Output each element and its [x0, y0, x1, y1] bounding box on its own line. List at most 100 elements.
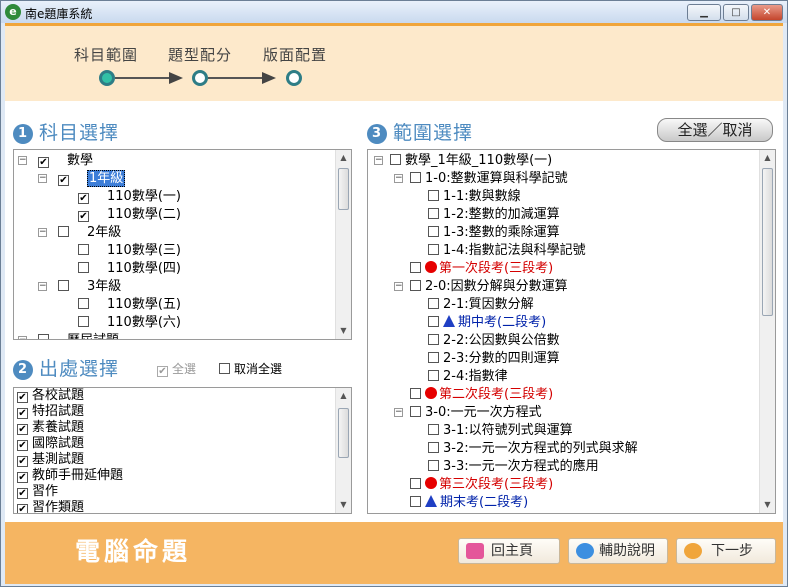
checkbox[interactable] — [78, 244, 89, 255]
subject-tree-item[interactable]: ✔ 數學 — [38, 152, 93, 170]
tree-collapse-icon[interactable]: − — [38, 282, 47, 291]
checkbox[interactable] — [78, 262, 89, 273]
range-tree-item[interactable]: 3-1:以符號列式與運算 — [428, 422, 573, 440]
range-tree-item[interactable]: 2-3:分數的四則運算 — [428, 350, 560, 368]
source-list-panel[interactable]: ✔ 各校試題 ✔ 特招試題 ✔ 素養試題 ✔ 國際試題 ✔ 基測試題 ✔ 教師手冊延伸題 ✔ 習作 ✔ 習作類… — [13, 387, 352, 514]
checkbox[interactable] — [428, 442, 439, 453]
tree-collapse-icon[interactable]: − — [374, 156, 383, 165]
subject-tree-panel[interactable]: − ✔ 數學 − ✔ 1年級 ✔ 110數學(一) ✔ 110數學(二) − 2年級 110數學(三) 1… — [13, 149, 352, 340]
range-tree-item[interactable]: 3-2:一元一次方程式的列式與求解 — [428, 440, 638, 458]
checkbox[interactable] — [58, 280, 69, 291]
subject-tree-item[interactable]: ✔ 1年級 — [58, 170, 126, 188]
range-tree-item[interactable]: 第三次段考(三段考) — [410, 476, 553, 494]
checkbox[interactable] — [38, 334, 49, 339]
checkbox[interactable] — [410, 406, 421, 417]
checkbox[interactable] — [410, 388, 421, 399]
range-tree-panel[interactable]: − 數學_1年級_110數學(一) −1-0:整數運算與科學記號 1-1:數與數線 1-… — [367, 149, 776, 514]
checkbox[interactable] — [410, 478, 421, 489]
checkbox[interactable] — [410, 280, 421, 291]
checkbox[interactable]: ✔ — [78, 193, 89, 204]
checkbox[interactable]: ✔ — [17, 408, 28, 419]
toggle-all-button[interactable]: 全選／取消 — [657, 118, 773, 142]
tree-collapse-icon[interactable]: − — [394, 408, 403, 417]
checkbox[interactable]: ✔ — [17, 472, 28, 483]
range-scrollbar[interactable]: ▲ ▼ — [759, 150, 775, 513]
checkbox[interactable] — [410, 496, 421, 507]
scroll-up-icon[interactable]: ▲ — [336, 150, 351, 166]
deselect-all-checkbox[interactable]: 取消全選 — [219, 360, 282, 377]
subject-tree-item[interactable]: 2年級 — [58, 224, 121, 242]
subject-scrollbar[interactable]: ▲ ▼ — [335, 150, 351, 339]
source-list-item[interactable]: ✔ 習作類題 — [17, 500, 84, 513]
scroll-down-icon[interactable]: ▼ — [336, 323, 351, 339]
subject-tree-item[interactable]: 110數學(四) — [78, 260, 181, 278]
checkbox[interactable] — [428, 244, 439, 255]
range-tree-item[interactable]: 2-2:公因數與公倍數 — [428, 332, 560, 350]
checkbox[interactable] — [428, 208, 439, 219]
checkbox[interactable]: ✔ — [78, 211, 89, 222]
subject-tree-item[interactable]: 110數學(三) — [78, 242, 181, 260]
source-list-item[interactable]: ✔ 基測試題 — [17, 452, 84, 468]
step-subject-range[interactable]: 科目範圍 — [74, 44, 138, 65]
scroll-thumb[interactable] — [338, 168, 349, 210]
checkbox[interactable] — [390, 154, 401, 165]
next-button[interactable]: 下一步 — [676, 538, 776, 564]
checkbox[interactable]: ✔ — [17, 504, 28, 513]
source-list-item[interactable]: ✔ 教師手冊延伸題 — [17, 468, 123, 484]
range-tree-item[interactable]: 1-3:整數的乘除運算 — [428, 224, 560, 242]
minimize-button[interactable]: ▁ — [687, 4, 721, 21]
tree-collapse-icon[interactable]: − — [18, 336, 27, 339]
range-tree-item[interactable]: 2-1:質因數分解 — [428, 296, 534, 314]
checkbox[interactable] — [428, 460, 439, 471]
range-tree-item[interactable]: 1-0:整數運算與科學記號 — [410, 170, 568, 188]
range-tree-item[interactable]: 第二次段考(三段考) — [410, 386, 553, 404]
checkbox[interactable]: ✔ — [17, 456, 28, 467]
checkbox[interactable] — [78, 316, 89, 327]
source-scrollbar[interactable]: ▲ ▼ — [335, 388, 351, 513]
checkbox[interactable] — [410, 172, 421, 183]
close-button[interactable]: ✕ — [751, 4, 783, 21]
checkbox[interactable]: ✔ — [38, 157, 49, 168]
scroll-down-icon[interactable]: ▼ — [760, 497, 775, 513]
range-tree-item[interactable]: 1-4:指數記法與科學記號 — [428, 242, 586, 260]
subject-tree-item[interactable]: 歷屆試題 — [38, 332, 119, 339]
checkbox[interactable] — [410, 262, 421, 273]
range-tree-item[interactable]: 第一次段考(三段考) — [410, 260, 553, 278]
checkbox[interactable] — [428, 352, 439, 363]
range-tree-item[interactable]: 數學_1年級_110數學(一) — [390, 152, 552, 170]
home-button[interactable]: 回主頁 — [458, 538, 560, 564]
checkbox[interactable] — [428, 424, 439, 435]
step-question-type[interactable]: 題型配分 — [168, 44, 232, 65]
range-tree-item[interactable]: 期中考(二段考) — [428, 314, 546, 332]
scroll-up-icon[interactable]: ▲ — [336, 388, 351, 404]
subject-tree-item[interactable]: 3年級 — [58, 278, 121, 296]
source-list-item[interactable]: ✔ 特招試題 — [17, 404, 84, 420]
checkbox[interactable]: ✔ — [17, 424, 28, 435]
range-tree-item[interactable]: 3-0:一元一次方程式 — [410, 404, 542, 422]
range-tree-item[interactable]: 2-0:因數分解與分數運算 — [410, 278, 568, 296]
checkbox[interactable] — [428, 226, 439, 237]
checkbox[interactable] — [428, 298, 439, 309]
maximize-button[interactable]: □ — [723, 4, 749, 21]
source-list-item[interactable]: ✔ 習作 — [17, 484, 58, 500]
source-list-item[interactable]: ✔ 國際試題 — [17, 436, 84, 452]
range-tree-item[interactable]: 3-3:一元一次方程式的應用 — [428, 458, 599, 476]
subject-tree-item[interactable]: ✔ 110數學(二) — [78, 206, 181, 224]
source-list-item[interactable]: ✔ 素養試題 — [17, 420, 84, 436]
scroll-thumb[interactable] — [338, 408, 349, 458]
subject-tree-item[interactable]: 110數學(六) — [78, 314, 181, 332]
tree-collapse-icon[interactable]: − — [38, 228, 47, 237]
tree-collapse-icon[interactable]: − — [394, 282, 403, 291]
checkbox[interactable]: ✔ — [17, 392, 28, 403]
range-tree-item[interactable]: 2-4:指數律 — [428, 368, 508, 386]
checkbox[interactable]: ✔ — [17, 440, 28, 451]
checkbox[interactable] — [78, 298, 89, 309]
scroll-down-icon[interactable]: ▼ — [336, 497, 351, 513]
checkbox[interactable] — [428, 190, 439, 201]
range-tree-item[interactable]: 期末考(二段考) — [410, 494, 528, 512]
checkbox[interactable] — [428, 316, 439, 327]
tree-collapse-icon[interactable]: − — [38, 174, 47, 183]
tree-collapse-icon[interactable]: − — [18, 156, 27, 165]
step-layout[interactable]: 版面配置 — [263, 44, 327, 65]
range-tree-item[interactable]: 1-2:整數的加減運算 — [428, 206, 560, 224]
